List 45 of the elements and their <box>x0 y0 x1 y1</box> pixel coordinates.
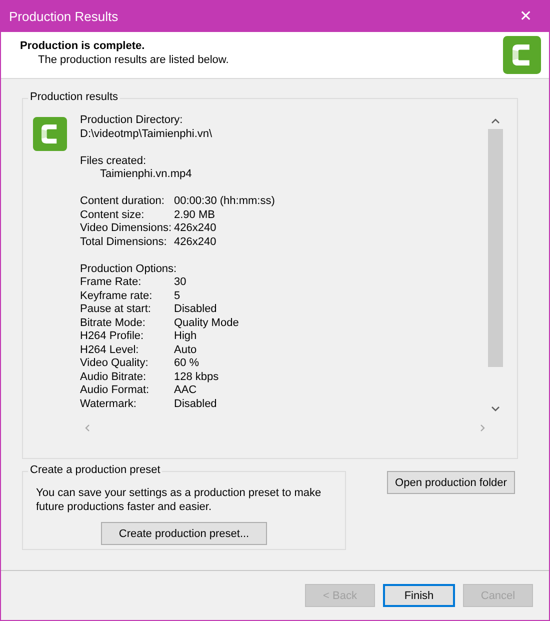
field-label: Video Quality: <box>80 357 150 370</box>
field-label: Keyframe rate: <box>80 290 154 303</box>
app-logo-icon <box>33 117 67 151</box>
file-name: Taimienphi.vn.mp4 <box>100 168 192 180</box>
field-label: Audio Format: <box>80 384 150 398</box>
field-label: Bitrate Mode: <box>80 316 146 330</box>
create-preset-button[interactable]: Create production preset... <box>101 522 267 545</box>
directory-path: D:\videotmp\Taimienphi.vn\ <box>80 128 214 141</box>
window-title: Production Results <box>9 8 118 24</box>
preset-description: You can save your settings as a production preset to make future productions faster and easier. <box>36 486 322 514</box>
field-label: Frame Rate: <box>80 276 142 290</box>
field-value: Quality Mode <box>174 316 240 330</box>
field-label: Total Dimensions: <box>80 236 168 249</box>
field-value: High <box>174 330 198 344</box>
group-label: Create a production preset <box>28 464 162 476</box>
group-label: Production results <box>28 91 120 103</box>
field-label: Watermark: <box>80 398 138 411</box>
field-value: 00:00:30 (hh:mm:ss) <box>174 195 276 208</box>
field-value: 128 kbps <box>174 370 220 384</box>
dialog-button[interactable]: Finish <box>383 584 455 607</box>
field-value: 5 <box>174 290 182 303</box>
field-label: Production Directory: <box>80 114 184 128</box>
field-label: Content size: <box>80 208 146 222</box>
open-folder-button[interactable]: Open production folder <box>387 471 515 494</box>
field-value: AAC <box>174 384 198 398</box>
field-value: Disabled <box>174 398 218 411</box>
field-value: Auto <box>174 344 198 357</box>
field-label: Production Options: <box>80 262 178 276</box>
field-value: 30 <box>174 276 188 290</box>
field-label: H264 Profile: <box>80 330 145 344</box>
app-logo-icon <box>503 36 541 74</box>
field-label: Pause at start: <box>80 303 152 316</box>
field-label: Files created: <box>80 154 148 168</box>
header-subtitle: The production results are listed below. <box>37 54 229 66</box>
field-value: 60 % <box>174 357 200 370</box>
field-label: Audio Bitrate: <box>80 370 148 384</box>
field-value: 426x240 <box>174 236 218 249</box>
field-value: Disabled <box>174 303 218 316</box>
field-value: 426x240 <box>174 222 218 236</box>
field-value: 2.90 MB <box>174 208 216 222</box>
field-label: H264 Level: <box>80 344 140 357</box>
close-button[interactable]: ✕ <box>503 0 549 32</box>
field-label: Video Dimensions: <box>80 222 173 236</box>
field-label: Content duration: <box>80 195 166 208</box>
header-title: Production is complete. <box>20 40 146 52</box>
